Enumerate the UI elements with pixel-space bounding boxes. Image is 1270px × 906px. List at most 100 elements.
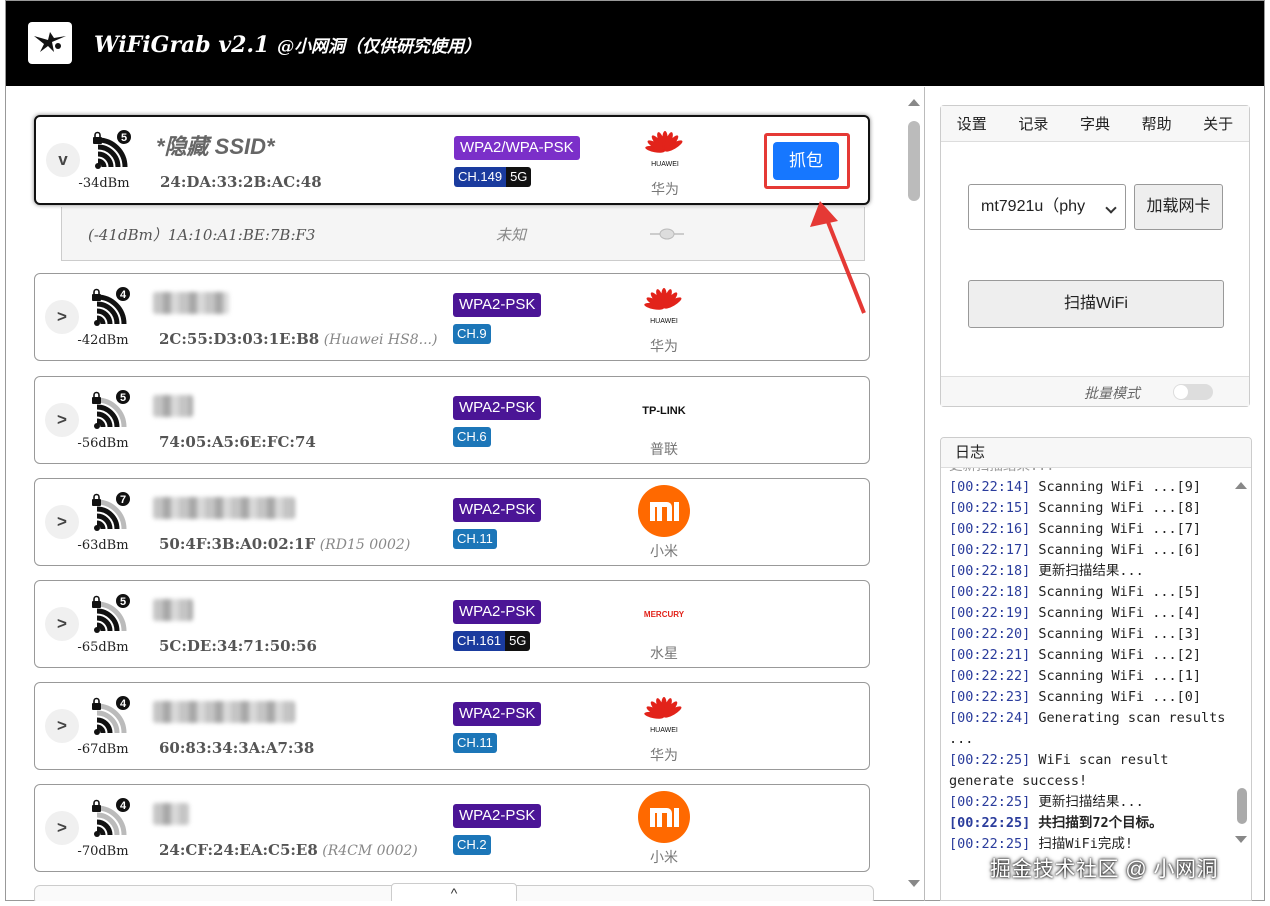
menu-item[interactable]: 记录 [1018, 113, 1048, 134]
bssid-value: 24:DA:33:2B:AC:48 [160, 173, 322, 191]
ssid-blurred [153, 395, 193, 417]
watermark: 掘金技术社区 @ 小网洞 [990, 858, 1218, 881]
bssid-value: 2C:55:D3:03:1E:B8 [159, 330, 320, 348]
batch-mode-toggle[interactable] [1173, 384, 1213, 400]
bssid-label: 24:CF:24:EA:C5:E8 (R4CM 0002) [159, 841, 418, 859]
menu-item[interactable]: 字典 [1080, 113, 1110, 134]
encryption-badge: WPA2-PSK [453, 498, 542, 522]
log-message: Scanning WiFi ...[2] [1030, 647, 1201, 663]
channel-badge: CH.2 [453, 835, 491, 855]
encryption-badge: WPA2-PSK [453, 702, 542, 726]
xiaomi-logo [631, 485, 697, 537]
encryption-badge: WPA2-PSK [453, 600, 542, 624]
scroll-down-icon[interactable] [908, 880, 920, 887]
rssi-value: -63dBm [77, 538, 129, 553]
log-body[interactable]: 更新扫描结果...[00:22:14] Scanning WiFi ...[9]… [949, 468, 1231, 858]
scan-wifi-button[interactable]: 扫描WiFi [968, 280, 1224, 328]
vendor-name: 小米 [650, 543, 678, 559]
collapse-tab[interactable]: ^ [391, 883, 517, 901]
expand-toggle[interactable]: > [45, 607, 79, 641]
channel-number: CH.161 [453, 631, 506, 651]
expand-toggle[interactable]: > [45, 403, 79, 437]
channel-number: CH.11 [453, 529, 497, 549]
expand-toggle[interactable]: > [45, 505, 79, 539]
adapter-select[interactable]: mt7921u（phy [968, 184, 1126, 230]
vendor-name: 小米 [650, 849, 678, 865]
load-adapter-button[interactable]: 加载网卡 [1134, 184, 1223, 230]
huawei-logo-text: HUAWEI [651, 161, 679, 168]
menu-item[interactable]: 帮助 [1142, 113, 1172, 134]
vendor-name: 水星 [650, 645, 678, 661]
channel-number: CH.11 [453, 733, 497, 753]
encryption-badge: WPA2/WPA-PSK [454, 136, 580, 160]
log-timestamp: [00:22:19] [949, 605, 1031, 621]
bssid-value: 60:83:34:3A:A7:38 [159, 739, 315, 757]
network-card[interactable]: >7 -63dBm 50:4F:3B:A0:02:1F (RD15 0002) WPA… [34, 478, 870, 566]
capture-button[interactable]: 抓包 [773, 142, 839, 180]
plug-icon [650, 228, 684, 240]
network-card[interactable]: v 5 -34dBm *隐藏 SSID* 24:DA:33:2B:AC:48 WPA2/W… [34, 115, 870, 205]
wifi-signal-icon: 4 [89, 797, 135, 839]
channel-badge: CH.6 [453, 427, 491, 447]
network-card[interactable]: >5 -56dBm 74:05:A5:6E:FC:74 WPA2-PSK CH.6 TP-… [34, 376, 870, 464]
vendor-name: 普联 [650, 441, 678, 457]
log-timestamp: [00:22:18] [949, 563, 1031, 579]
log-message: 更新扫描结果... [1030, 794, 1144, 810]
mercury-logo-text: MERCURY [644, 610, 685, 619]
scroll-up-icon[interactable] [908, 99, 920, 106]
log-scroll-thumb[interactable] [1237, 788, 1247, 824]
ssid-blurred [153, 497, 295, 519]
title-bar: WiFiGrab v2.1 @小网洞（仅供研究使用） [6, 1, 1264, 86]
vendor-name: 华为 [650, 747, 678, 763]
log-scroll-down-icon[interactable] [1235, 836, 1247, 843]
expand-toggle[interactable]: > [45, 811, 79, 845]
log-timestamp: [00:22:14] [949, 479, 1031, 495]
app-title: WiFiGrab v2.1 @小网洞（仅供研究使用） [94, 32, 481, 58]
expand-toggle[interactable]: > [45, 300, 79, 334]
log-line: [00:22:24] Generating scan results ... [949, 708, 1231, 750]
channel-badge: CH.161 5G [453, 631, 531, 651]
encryption-badge: WPA2-PSK [453, 396, 542, 420]
log-timestamp: [00:22:25] [949, 794, 1031, 810]
wifi-signal-icon: 7 [89, 491, 135, 533]
channel-number: CH.6 [453, 427, 491, 447]
rssi-value: -70dBm [77, 844, 129, 859]
rssi-value: -42dBm [77, 333, 129, 348]
client-row[interactable]: (-41dBm）1A:10:A1:BE:7B:F3 未知 [61, 207, 865, 261]
log-line: [00:22:22] Scanning WiFi ...[1] [949, 666, 1231, 687]
client-count-badge: 4 [115, 695, 131, 711]
batch-mode-bar: 批量模式 [941, 376, 1249, 406]
list-scrollbar[interactable] [904, 87, 924, 901]
pane-divider[interactable] [924, 87, 925, 901]
network-card[interactable]: >4 -70dBm 24:CF:24:EA:C5:E8 (R4CM 0002) WPA… [34, 784, 870, 872]
log-message: 共扫描到72个目标。 [1030, 815, 1163, 831]
network-card[interactable]: >5 -65dBm 5C:DE:34:71:50:56 WPA2-PSK CH.161 5… [34, 580, 870, 668]
network-card[interactable]: >4 -67dBm 60:83:34:3A:A7:38 WPA2-PSK CH.11 HU… [34, 682, 870, 770]
adapter-select-value: mt7921u（phy [981, 198, 1086, 215]
scroll-thumb[interactable] [908, 121, 920, 201]
network-card[interactable]: >4 -42dBm 2C:55:D3:03:1E:B8 (Huawei HS8...… [34, 273, 870, 361]
log-title: 日志 [941, 438, 1251, 468]
log-scroll-up-icon[interactable] [1235, 482, 1247, 489]
menu-item[interactable]: 关于 [1203, 113, 1233, 134]
client-count-badge: 4 [115, 286, 131, 302]
log-line: [00:22:25] 共扫描到72个目标。 [949, 813, 1231, 834]
ssid-blurred [153, 701, 295, 723]
expand-toggle[interactable]: > [45, 709, 79, 743]
client-count-badge: 5 [115, 389, 131, 405]
log-panel: 日志 更新扫描结果... [00:22:14] Scanning WiFi ...… [940, 437, 1252, 901]
menu-item[interactable]: 设置 [957, 113, 987, 134]
log-timestamp: [00:22:21] [949, 647, 1031, 663]
device-model: (R4CM 0002) [317, 843, 418, 859]
ssid-blurred [153, 803, 189, 825]
log-timestamp: [00:22:25] [949, 836, 1031, 852]
log-timestamp: [00:22:18] [949, 584, 1031, 600]
app-title-text: WiFiGrab v2.1 [94, 32, 270, 58]
log-line: [00:22:25] WiFi scan result generate suc… [949, 750, 1231, 792]
device-model: (RD15 0002) [315, 537, 411, 553]
huawei-logo: HUAWEI [631, 695, 697, 735]
log-line: [00:22:20] Scanning WiFi ...[3] [949, 624, 1231, 645]
expand-toggle[interactable]: v [46, 143, 80, 177]
log-message: Scanning WiFi ...[6] [1030, 542, 1201, 558]
network-list[interactable]: (-41dBm）1A:10:A1:BE:7B:F3 未知 ^ v 5 -34dBm *… [6, 87, 924, 901]
